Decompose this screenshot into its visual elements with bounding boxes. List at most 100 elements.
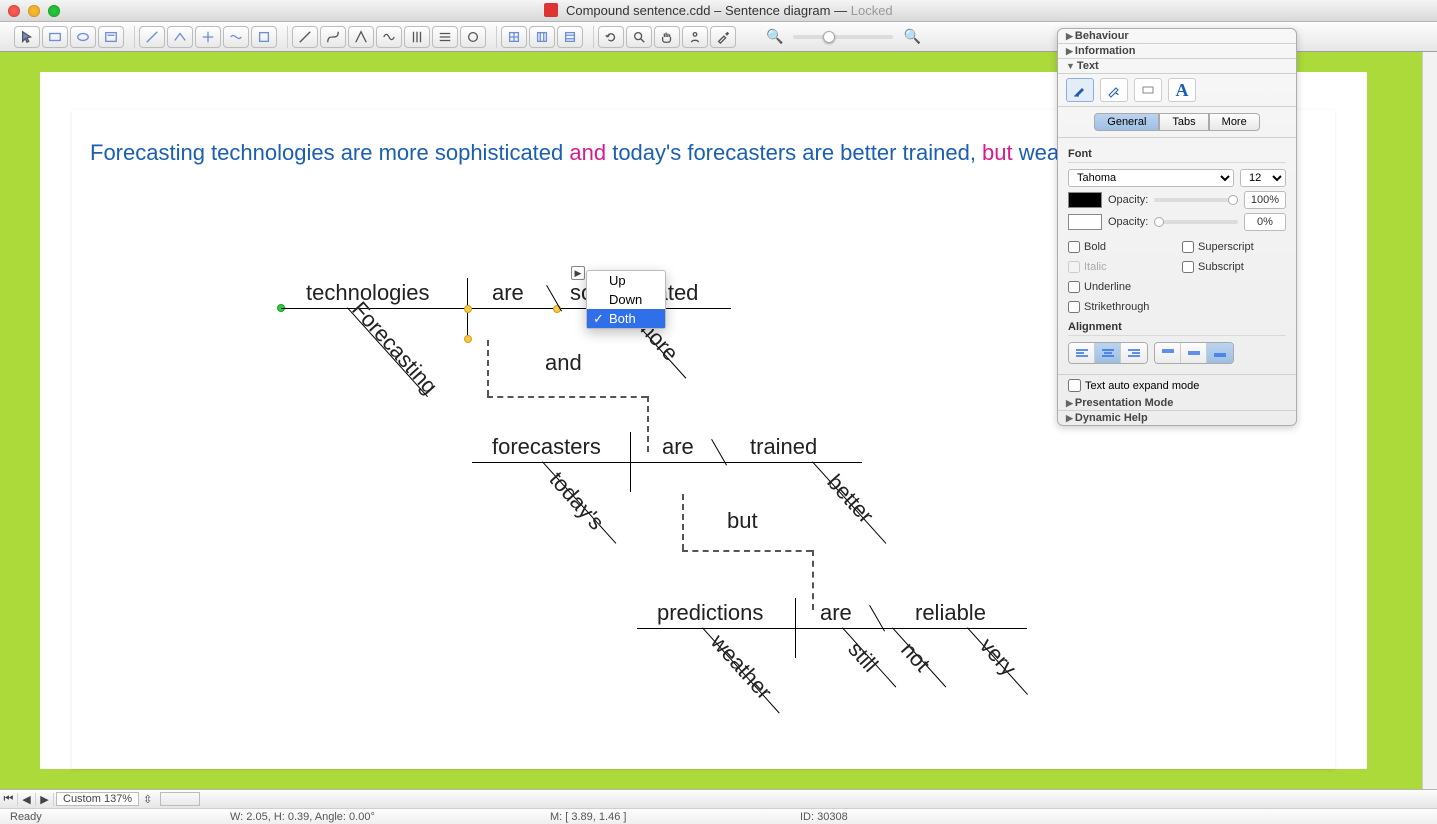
vertical-scrollbar[interactable] [1422,52,1437,789]
auto-expand-checkbox[interactable] [1068,379,1081,392]
node-handle[interactable] [462,333,473,344]
verb-2[interactable]: are [662,434,694,460]
document-icon [544,3,558,17]
modifier-5[interactable]: weather [705,629,777,705]
align-top[interactable] [1155,343,1181,363]
tab-tabs[interactable]: Tabs [1159,113,1208,131]
stroke-swatch[interactable] [1068,214,1102,230]
zoom-level[interactable]: Custom 137% [56,792,139,806]
align-right[interactable] [1121,343,1147,363]
refresh-icon[interactable] [598,26,624,48]
text-style-pen-icon[interactable] [1066,78,1094,102]
page-thumbs[interactable] [160,792,200,806]
align-bottom[interactable] [1207,343,1233,363]
inspector-panel: ▶Behaviour ▶Information ▼Text A General … [1057,28,1297,426]
section-text[interactable]: ▼Text [1058,59,1296,73]
modifier-7[interactable]: not [895,637,935,677]
zoom-in-icon[interactable]: 🔍 [903,28,920,45]
page-first[interactable]: ⏮ [0,793,18,806]
stroke-opacity-slider[interactable] [1154,220,1238,224]
stroke-opacity-value[interactable]: 0% [1244,213,1286,231]
font-size-select[interactable]: 12 [1240,169,1286,187]
tab-general[interactable]: General [1094,113,1159,131]
menu-trigger-icon[interactable]: ▶ [571,266,585,280]
line-4[interactable] [376,26,402,48]
tab-more[interactable]: More [1209,113,1260,131]
text-style-fill-icon[interactable] [1100,78,1128,102]
line-1[interactable] [292,26,318,48]
text-tool[interactable] [98,26,124,48]
dash-link [647,396,649,452]
underline-checkbox[interactable]: Underline [1068,281,1172,293]
connector-3[interactable] [195,26,221,48]
line-5[interactable] [404,26,430,48]
connector-5[interactable] [251,26,277,48]
text-style-box-icon[interactable] [1134,78,1162,102]
subject-3[interactable]: predictions [657,600,763,626]
baseline-2[interactable] [472,462,862,463]
conj-but[interactable]: but [727,508,758,534]
auto-expand-row[interactable]: Text auto expand mode [1058,374,1296,396]
menu-item-down[interactable]: Down [587,290,665,309]
zoom-slider[interactable]: 🔍 🔍 [766,28,921,45]
predicate-3[interactable]: reliable [915,600,986,626]
status-ready: Ready [0,811,52,823]
page-prev[interactable]: ◀ [18,793,36,806]
dash-link [487,396,647,398]
verb-1[interactable]: are [492,280,524,306]
node-1[interactable] [501,26,527,48]
h-align-group [1068,342,1148,364]
section-presentation[interactable]: ▶Presentation Mode [1058,396,1296,410]
node-3[interactable] [557,26,583,48]
modifier-4[interactable]: better [822,469,879,528]
conj-and[interactable]: and [545,350,582,376]
rect-tool[interactable] [42,26,68,48]
subject-2[interactable]: forecasters [492,434,601,460]
zoom-out-icon[interactable]: 🔍 [766,28,783,45]
modifier-1[interactable]: Forecasting [346,297,442,400]
modifier-8[interactable]: very [974,633,1021,681]
superscript-checkbox[interactable]: Superscript [1182,241,1286,253]
modifier-3[interactable]: today's [544,467,610,536]
node-2[interactable] [529,26,555,48]
line-3[interactable] [348,26,374,48]
subscript-checkbox[interactable]: Subscript [1182,261,1286,273]
verb-3[interactable]: are [820,600,852,626]
zoom-stepper[interactable]: ⇳ [141,793,154,806]
align-middle[interactable] [1181,343,1207,363]
connector-2[interactable] [167,26,193,48]
person-icon[interactable] [682,26,708,48]
line-2[interactable] [320,26,346,48]
window-title: Compound sentence.cdd – Sentence diagram… [0,3,1437,18]
modifier-6[interactable]: still [843,636,884,677]
font-family-select[interactable]: Tahoma [1068,169,1234,187]
align-left[interactable] [1069,343,1095,363]
section-behaviour[interactable]: ▶Behaviour [1058,29,1296,43]
page-next[interactable]: ▶ [36,793,54,806]
connector-1[interactable] [139,26,165,48]
menu-item-both[interactable]: Both [587,309,665,328]
magnify-icon[interactable] [626,26,652,48]
node-handle[interactable] [462,303,473,314]
predicate-2[interactable]: trained [750,434,817,460]
fill-opacity-slider[interactable] [1154,198,1238,202]
align-center[interactable] [1095,343,1121,363]
fill-swatch[interactable] [1068,192,1102,208]
pointer-tool[interactable] [14,26,40,48]
text-style-letter-icon[interactable]: A [1168,78,1196,102]
line-7[interactable] [460,26,486,48]
strikethrough-checkbox[interactable]: Strikethrough [1068,301,1172,313]
bold-checkbox[interactable]: Bold [1068,241,1172,253]
title-bar: Compound sentence.cdd – Sentence diagram… [0,0,1437,22]
hand-icon[interactable] [654,26,680,48]
connector-4[interactable] [223,26,249,48]
section-information[interactable]: ▶Information [1058,44,1296,58]
section-dynamic-help[interactable]: ▶Dynamic Help [1058,411,1296,425]
menu-item-up[interactable]: Up [587,271,665,290]
ellipse-tool[interactable] [70,26,96,48]
fill-opacity-value[interactable]: 100% [1244,191,1286,209]
divider-2a [630,432,631,492]
status-dimensions: W: 2.05, H: 0.39, Angle: 0.00° [220,811,385,823]
eyedropper-icon[interactable] [710,26,736,48]
line-6[interactable] [432,26,458,48]
